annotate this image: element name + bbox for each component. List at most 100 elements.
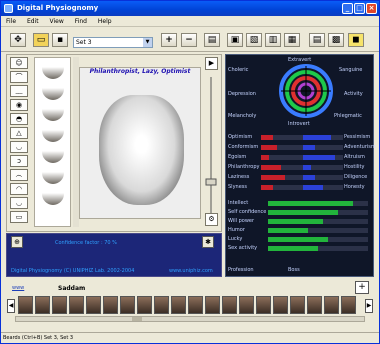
beard-tool-icon[interactable]: ◡ [10,197,28,209]
tool-button-2[interactable]: ▧ [246,33,262,47]
celebrity-thumbnail[interactable] [324,296,339,314]
scroll-left-button[interactable]: ◀ [7,299,15,313]
confidence-factor: Confidence factor : 70 % [55,240,117,246]
trait-left-label: Egoism [228,154,247,160]
celebrity-thumbnail[interactable] [69,296,84,314]
set-combo[interactable]: Set 3 ▼ [73,37,153,48]
remove-button[interactable]: − [181,33,197,47]
trait-right-label: Altruism [344,154,365,160]
settings-button[interactable]: ⚙ [205,213,218,226]
add-button[interactable]: + [161,33,177,47]
celebrity-thumbnail[interactable] [307,296,322,314]
menu-help[interactable]: Help [98,18,112,25]
pin-icon[interactable]: ✱ [202,236,214,248]
ability-bar-fill [268,210,338,215]
ability-bar-fill [268,219,323,224]
face-editor-panel: ☺ ⌒ ﹏ ◉ ◓ △ ◡ ↄ ෴ ◠ ◡ ▭ Philanthropist, … [6,54,222,232]
trait-left-label: Optimism [228,134,253,140]
website-link[interactable]: www.uniphiz.com [169,268,213,274]
ability-label: Self confidence [228,209,267,215]
beard-option[interactable] [41,106,64,121]
minimize-button[interactable]: _ [342,3,353,14]
beard-list [34,57,71,227]
celebrity-thumbnail[interactable] [171,296,186,314]
celebrity-thumbnail[interactable] [205,296,220,314]
beard-option[interactable] [41,148,64,163]
celebrity-thumbnail[interactable] [103,296,118,314]
celebrity-thumbnail[interactable] [154,296,169,314]
eye-shape-tool-icon[interactable]: ◓ [10,113,28,125]
moustache-tool-icon[interactable]: ෴ [10,169,28,181]
scroll-right-button[interactable]: ▶ [365,299,373,313]
strip-scrollbar[interactable] [15,316,365,322]
tool-button-5[interactable]: ▤ [309,33,325,47]
misc-tool-icon[interactable]: ▭ [10,211,28,223]
celebrity-thumbnail[interactable] [18,296,33,314]
size-slider[interactable] [204,77,218,217]
celebrity-thumbnail[interactable] [52,296,67,314]
tool-button-3[interactable]: ▥ [265,33,281,47]
toolbar: ✥ ▭ ▪ Set 3 ▼ + − ▤ ▣ ▧ ▥ ▦ ▤ ▩ ◼ [1,28,379,52]
mouth-tool-icon[interactable]: ◡ [10,141,28,153]
face-tool-icon[interactable]: ☺ [10,57,28,69]
open-button[interactable]: ▭ [33,33,49,47]
beard-option[interactable] [41,169,64,184]
menu-view[interactable]: View [50,18,64,25]
beard-option[interactable] [41,190,64,205]
trait-bar-red [261,175,285,180]
tool-button-6[interactable]: ▩ [328,33,344,47]
trait-left-label: Philanthropy [228,164,260,170]
chin-tool-icon[interactable]: ◠ [10,183,28,195]
ability-label: Intellect [228,200,249,206]
save-button[interactable]: ▪ [52,33,68,47]
ear-tool-icon[interactable]: ↄ [10,155,28,167]
celebrity-thumbnail[interactable] [120,296,135,314]
menu-edit[interactable]: Edit [27,18,39,25]
www-link[interactable]: www [12,285,24,291]
brow-tool-icon[interactable]: ﹏ [10,85,28,97]
move-button[interactable]: ✥ [10,33,26,47]
face-portrait [99,95,184,205]
add-celebrity-button[interactable]: + [355,281,369,294]
tool-button-1[interactable]: ▣ [227,33,243,47]
app-window: Digital Physiognomy _ □ × File Edit View… [0,0,380,344]
tool-button-4[interactable]: ▦ [284,33,300,47]
trait-bar-red [261,145,277,150]
play-button[interactable]: ▶ [205,57,218,70]
trait-right-label: Adventurism [344,144,376,150]
celebrity-thumbnail[interactable] [256,296,271,314]
eye-tool-icon[interactable]: ◉ [10,99,28,111]
close-button[interactable]: × [366,3,377,14]
celebrity-thumbnail[interactable] [35,296,50,314]
analysis-panel: Extravert Choleric Sanguine Depression A… [225,54,376,277]
trait-bar-blue [303,185,323,190]
celebrity-thumbnail[interactable] [273,296,288,314]
profession-label: Profession [228,267,254,273]
zoom-icon[interactable]: ⊕ [11,236,23,248]
trait-bar [261,185,343,190]
maximize-button[interactable]: □ [354,3,365,14]
celebrity-thumbnail[interactable] [137,296,152,314]
ability-bar [268,237,368,242]
print-button[interactable]: ▤ [204,33,220,47]
celebrity-thumbnail[interactable] [188,296,203,314]
celebrity-thumbnail[interactable] [86,296,101,314]
celebrity-thumbnail[interactable] [222,296,237,314]
window-title: Digital Physiognomy [17,4,99,12]
trait-left-label: Conformism [228,144,259,150]
scroll-thumb[interactable] [132,317,142,321]
celebrity-thumbnail[interactable] [239,296,254,314]
tool-button-7[interactable]: ◼ [348,33,364,47]
beard-option[interactable] [41,127,64,142]
menu-file[interactable]: File [6,18,16,25]
ability-bar-fill [268,228,308,233]
ability-bar [268,219,368,224]
chevron-down-icon: ▼ [143,38,152,47]
menu-find[interactable]: Find [75,18,87,25]
beard-option[interactable] [41,64,64,79]
celebrity-thumbnail[interactable] [341,296,356,314]
hair-tool-icon[interactable]: ⌒ [10,71,28,83]
nose-tool-icon[interactable]: △ [10,127,28,139]
celebrity-thumbnail[interactable] [290,296,305,314]
beard-option[interactable] [41,85,64,100]
